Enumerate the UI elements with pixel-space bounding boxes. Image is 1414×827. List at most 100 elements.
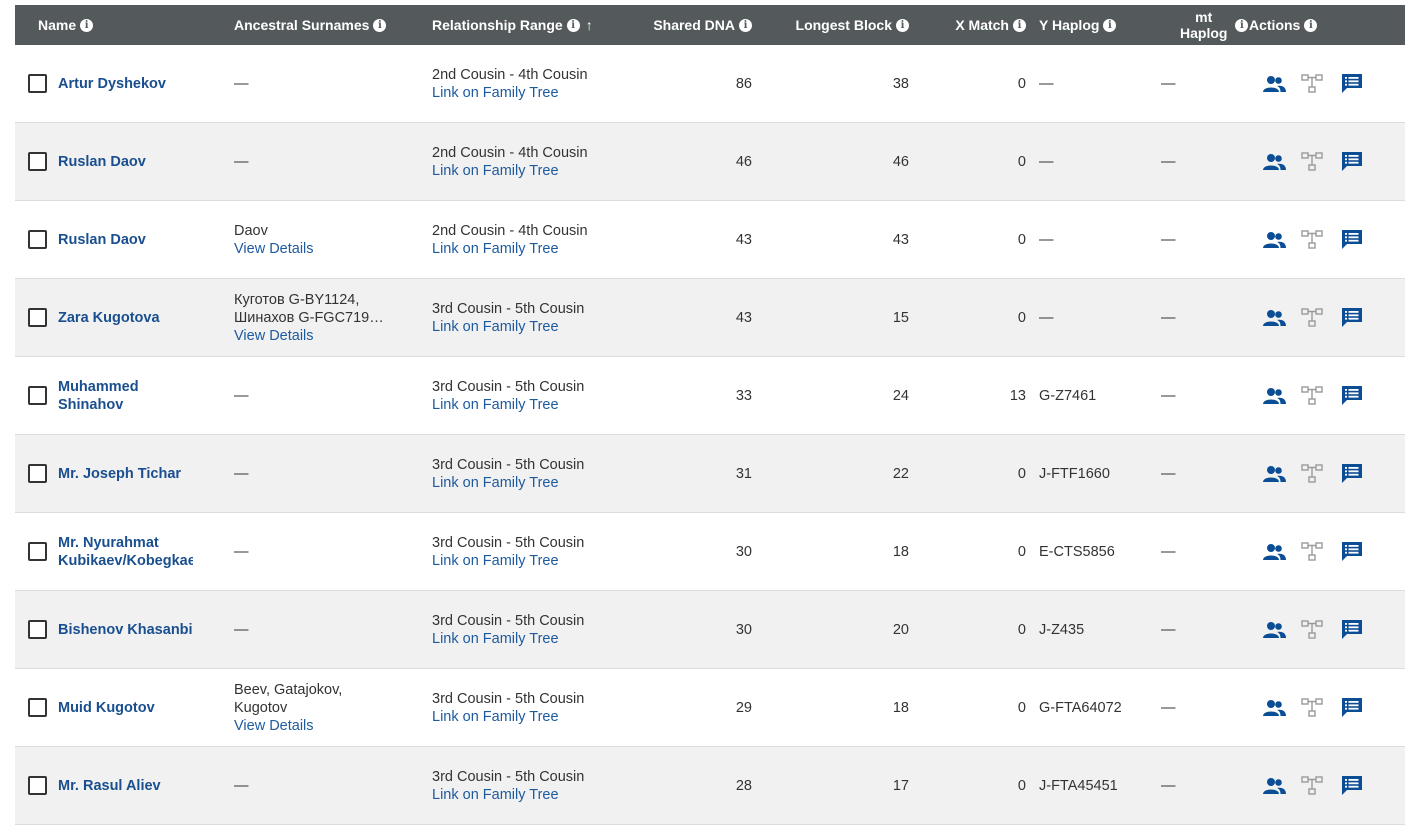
- match-name-line1[interactable]: Zara Kugotova: [58, 309, 160, 327]
- info-icon[interactable]: i: [80, 18, 94, 32]
- family-tree-icon[interactable]: [1299, 151, 1325, 173]
- family-tree-link[interactable]: Link on Family Tree: [432, 786, 632, 804]
- family-tree-link[interactable]: Link on Family Tree: [432, 318, 632, 336]
- info-icon[interactable]: i: [1304, 18, 1318, 32]
- match-name-link[interactable]: Ruslan Daov: [58, 153, 146, 171]
- match-name-line1[interactable]: Ruslan Daov: [58, 153, 146, 171]
- family-tree-icon[interactable]: [1299, 775, 1325, 797]
- row-checkbox[interactable]: [28, 542, 47, 561]
- view-details-link[interactable]: View Details: [234, 327, 432, 345]
- header-surnames[interactable]: Ancestral Surnames i: [234, 5, 432, 45]
- view-details-link[interactable]: View Details: [234, 717, 432, 735]
- family-tree-icon[interactable]: [1299, 385, 1325, 407]
- longest-block-cell: 20: [892, 621, 909, 638]
- family-tree-link[interactable]: Link on Family Tree: [432, 630, 632, 648]
- family-tree-link[interactable]: Link on Family Tree: [432, 708, 632, 726]
- message-icon[interactable]: [1339, 73, 1365, 95]
- match-name-line1[interactable]: Bishenov Khasanbi: [58, 621, 193, 639]
- match-name-link[interactable]: Mr. Nyurahmat Kubikaev/Kobegkaev: [58, 534, 193, 570]
- info-icon[interactable]: i: [896, 18, 909, 32]
- match-name-line2[interactable]: Kubikaev/Kobegkaev: [58, 552, 193, 570]
- relationship-cell: 3rd Cousin - 5th Cousin Link on Family T…: [432, 690, 632, 726]
- message-icon[interactable]: [1339, 775, 1365, 797]
- row-checkbox[interactable]: [28, 464, 47, 483]
- people-icon[interactable]: [1261, 151, 1287, 173]
- header-shared-dna[interactable]: Shared DNA i: [632, 5, 752, 45]
- header-mt-haplog[interactable]: mt Haplog i: [1149, 5, 1249, 45]
- family-tree-link[interactable]: Link on Family Tree: [432, 240, 632, 258]
- match-name-link[interactable]: Muhammed Shinahov: [58, 378, 139, 414]
- family-tree-link[interactable]: Link on Family Tree: [432, 162, 632, 180]
- header-y-haplog[interactable]: Y Haplog i: [1026, 5, 1149, 45]
- match-name-link[interactable]: Bishenov Khasanbi: [58, 621, 193, 639]
- message-icon[interactable]: [1339, 697, 1365, 719]
- info-icon[interactable]: i: [1013, 18, 1026, 32]
- message-icon[interactable]: [1339, 229, 1365, 251]
- match-name-link[interactable]: Mr. Rasul Aliev: [58, 777, 161, 795]
- info-icon[interactable]: i: [566, 18, 580, 32]
- family-tree-link[interactable]: Link on Family Tree: [432, 396, 632, 414]
- row-checkbox[interactable]: [28, 230, 47, 249]
- info-icon[interactable]: i: [1103, 18, 1117, 32]
- info-icon[interactable]: i: [373, 18, 387, 32]
- message-icon[interactable]: [1339, 307, 1365, 329]
- match-name-link[interactable]: Zara Kugotova: [58, 309, 160, 327]
- family-tree-icon[interactable]: [1299, 697, 1325, 719]
- family-tree-icon[interactable]: [1299, 541, 1325, 563]
- people-icon[interactable]: [1261, 541, 1287, 563]
- people-icon[interactable]: [1261, 463, 1287, 485]
- info-icon[interactable]: i: [1235, 18, 1249, 32]
- match-name-line2[interactable]: Shinahov: [58, 396, 139, 414]
- match-name-link[interactable]: Ruslan Daov: [58, 231, 146, 249]
- match-name-line1[interactable]: Ruslan Daov: [58, 231, 146, 249]
- match-name-link[interactable]: Muid Kugotov: [58, 699, 155, 717]
- family-tree-icon[interactable]: [1299, 229, 1325, 251]
- message-icon[interactable]: [1339, 463, 1365, 485]
- family-tree-icon[interactable]: [1299, 463, 1325, 485]
- family-tree-icon[interactable]: [1299, 307, 1325, 329]
- people-icon[interactable]: [1261, 307, 1287, 329]
- people-icon[interactable]: [1261, 73, 1287, 95]
- family-tree-icon[interactable]: [1299, 73, 1325, 95]
- header-actions[interactable]: Actions i: [1249, 5, 1405, 45]
- message-icon[interactable]: [1339, 541, 1365, 563]
- match-name-line1[interactable]: Muhammed: [58, 378, 139, 396]
- match-name-link[interactable]: Mr. Joseph Tichar: [58, 465, 181, 483]
- view-details-link[interactable]: View Details: [234, 240, 432, 258]
- people-icon[interactable]: [1261, 775, 1287, 797]
- match-name-line1[interactable]: Mr. Nyurahmat: [58, 534, 193, 552]
- row-checkbox[interactable]: [28, 74, 47, 93]
- row-checkbox[interactable]: [28, 386, 47, 405]
- row-checkbox[interactable]: [28, 776, 47, 795]
- people-icon[interactable]: [1261, 385, 1287, 407]
- header-x-match[interactable]: X Match i: [909, 5, 1026, 45]
- match-name-line1[interactable]: Muid Kugotov: [58, 699, 155, 717]
- header-relationship[interactable]: Relationship Range i ↑: [432, 5, 632, 45]
- people-icon[interactable]: [1261, 697, 1287, 719]
- message-icon[interactable]: [1339, 151, 1365, 173]
- match-name-line1[interactable]: Mr. Joseph Tichar: [58, 465, 181, 483]
- row-checkbox[interactable]: [28, 698, 47, 717]
- family-tree-icon[interactable]: [1299, 619, 1325, 641]
- family-tree-link[interactable]: Link on Family Tree: [432, 474, 632, 492]
- message-icon[interactable]: [1339, 385, 1365, 407]
- people-icon[interactable]: [1261, 619, 1287, 641]
- header-longest-block[interactable]: Longest Block i: [752, 5, 909, 45]
- header-name[interactable]: Name i: [15, 5, 234, 45]
- people-icon[interactable]: [1261, 229, 1287, 251]
- family-tree-link[interactable]: Link on Family Tree: [432, 84, 632, 102]
- match-name-link[interactable]: Artur Dyshekov: [58, 75, 166, 93]
- row-checkbox[interactable]: [28, 308, 47, 327]
- row-checkbox[interactable]: [28, 620, 47, 639]
- sort-ascending-icon[interactable]: ↑: [586, 17, 593, 33]
- x-match-cell: 0: [1017, 153, 1026, 170]
- match-name-line1[interactable]: Mr. Rasul Aliev: [58, 777, 161, 795]
- row-checkbox[interactable]: [28, 152, 47, 171]
- actions-cell: [1249, 385, 1405, 407]
- surnames-cell: Daov View Details: [234, 222, 432, 258]
- match-name-line1[interactable]: Artur Dyshekov: [58, 75, 166, 93]
- x-match-cell: 0: [1017, 465, 1026, 482]
- message-icon[interactable]: [1339, 619, 1365, 641]
- info-icon[interactable]: i: [739, 18, 752, 32]
- family-tree-link[interactable]: Link on Family Tree: [432, 552, 632, 570]
